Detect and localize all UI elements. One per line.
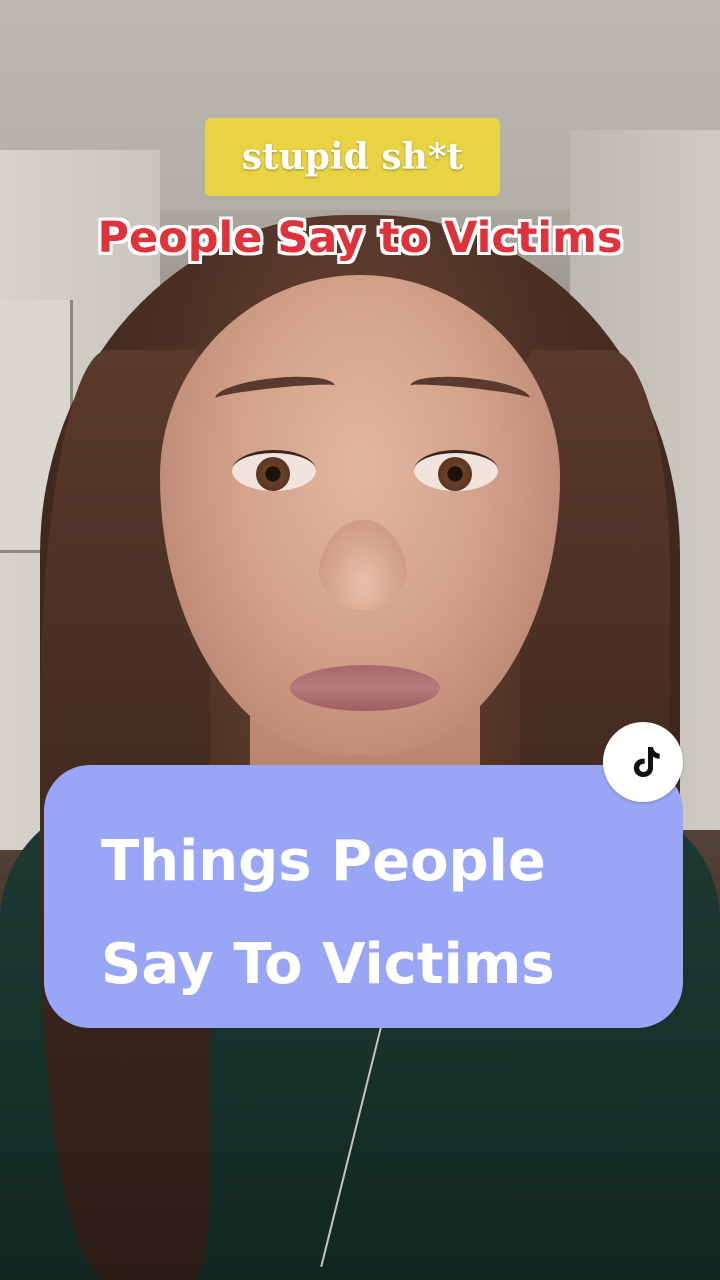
top-text-label-text: stupid sh*t xyxy=(241,136,464,178)
video-frame[interactable]: stupid sh*t People Say to Victims Things… xyxy=(0,0,720,1280)
top-text-label: stupid sh*t xyxy=(205,118,500,196)
tiktok-logo-icon xyxy=(633,747,660,777)
left-eye xyxy=(232,450,316,491)
caption-card: Things People Say To Victims xyxy=(44,765,683,1028)
caption-line-1: Things People xyxy=(101,829,546,894)
tiktok-logo-badge[interactable] xyxy=(603,722,683,802)
subtitle-text: People Say to Victims xyxy=(97,212,623,263)
person-lips xyxy=(290,665,440,711)
person-nose xyxy=(318,520,408,610)
right-eye xyxy=(414,450,498,491)
caption-line-2: Say To Victims xyxy=(101,932,555,997)
caption-text: Things People Say To Victims xyxy=(101,810,643,1016)
